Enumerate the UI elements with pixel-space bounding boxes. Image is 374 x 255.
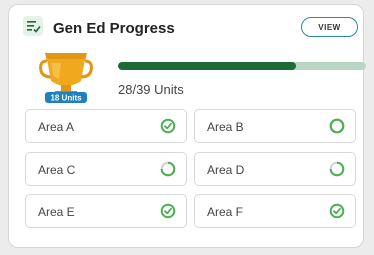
- area-label: Area F: [207, 205, 244, 219]
- area-label: Area A: [38, 120, 75, 134]
- progress-bar: [118, 62, 366, 70]
- checklist-icon: [23, 15, 43, 41]
- units-badge: 18 Units: [50, 94, 82, 103]
- units-progress-text: 28/39 Units: [118, 82, 184, 97]
- area-card-c[interactable]: Area C: [25, 152, 187, 186]
- check-circle-icon: [160, 118, 176, 134]
- area-card-a[interactable]: Area A: [25, 109, 187, 143]
- partial-circle-icon: [329, 161, 345, 177]
- open-circle-icon: [329, 118, 345, 134]
- area-label: Area B: [207, 120, 244, 134]
- area-card-d[interactable]: Area D: [194, 152, 356, 186]
- progress-bar-fill: [118, 62, 297, 70]
- check-circle-icon: [160, 203, 176, 219]
- area-label: Area E: [38, 205, 75, 219]
- check-circle-icon: [329, 203, 345, 219]
- partial-circle-icon: [160, 161, 176, 177]
- card-title: Gen Ed Progress: [53, 19, 175, 37]
- trophy-icon: 18 Units: [37, 47, 95, 110]
- area-card-f[interactable]: Area F: [194, 194, 356, 228]
- gen-ed-progress-card: Gen Ed Progress VIEW 18 Units 28/39 Unit…: [8, 4, 366, 248]
- card-header: Gen Ed Progress: [23, 15, 175, 41]
- area-card-e[interactable]: Area E: [25, 194, 187, 228]
- area-label: Area C: [38, 163, 76, 177]
- view-button[interactable]: VIEW: [301, 17, 358, 37]
- area-label: Area D: [207, 163, 245, 177]
- area-card-b[interactable]: Area B: [194, 109, 356, 143]
